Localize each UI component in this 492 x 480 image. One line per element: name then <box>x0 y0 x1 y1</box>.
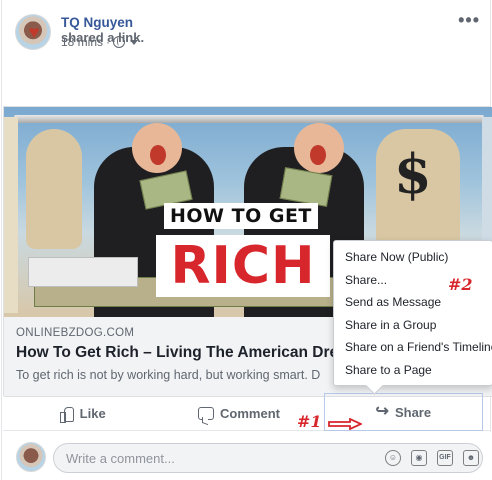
post-timestamp[interactable]: 18 mins <box>61 35 103 49</box>
share-menu-item-group[interactable]: Share in a Group <box>334 314 492 337</box>
post-card: ♥ TQ Nguyen shared a link. 18 mins · •••… <box>1 0 492 480</box>
author-avatar[interactable]: ♥ <box>15 14 51 50</box>
like-label: Like <box>79 406 106 421</box>
annotation-label-1: #1 <box>297 412 322 431</box>
meta-separator: · <box>106 35 111 49</box>
chevron-down-icon[interactable] <box>130 39 139 45</box>
comment-label: Comment <box>220 406 280 421</box>
sticker-icon[interactable]: ☻ <box>463 450 479 466</box>
camera-icon[interactable]: ◉ <box>411 450 427 466</box>
share-arrow-icon: ↪ <box>375 403 389 420</box>
image-headline-top: HOW TO GET <box>164 203 318 229</box>
share-menu-item-friends-timeline[interactable]: Share on a Friend's Timeline <box>334 336 492 359</box>
viewer-avatar <box>16 442 46 472</box>
gif-icon[interactable]: GIF <box>437 450 453 466</box>
man-left-mouth <box>150 145 166 165</box>
post-action-bar: Like Comment ↪ Share <box>3 393 491 431</box>
share-menu-item-page[interactable]: Share to a Page <box>334 359 492 382</box>
image-headline-bottom-box: RICH <box>156 235 330 297</box>
comment-attachment-icons: ☺ ◉ GIF ☻ <box>385 450 479 466</box>
image-frame-left <box>4 117 18 313</box>
money-bag-left <box>26 129 82 249</box>
share-menu-item-share-now[interactable]: Share Now (Public) <box>334 246 492 269</box>
share-menu: Share Now (Public) Share... Send as Mess… <box>333 240 492 386</box>
emoji-icon[interactable]: ☺ <box>385 450 401 466</box>
more-options-button[interactable]: ••• <box>458 10 480 31</box>
dollar-sign-graphic: $ <box>394 142 432 206</box>
post-meta: 18 mins · <box>61 35 139 49</box>
red-arrow-icon <box>328 418 362 430</box>
comment-button[interactable]: Comment <box>160 397 317 430</box>
image-headline-bottom: RICH <box>170 236 316 296</box>
comment-bubble-icon <box>198 407 215 420</box>
author-name-link[interactable]: TQ Nguyen <box>61 15 133 30</box>
share-label: Share <box>394 404 432 420</box>
thumbs-up-icon <box>58 406 74 423</box>
comment-composer: ☺ ◉ GIF ☻ <box>3 432 491 480</box>
image-rod <box>14 115 484 123</box>
globe-icon[interactable] <box>113 36 126 48</box>
laptop-graphic <box>28 257 138 287</box>
heart-icon: ♥ <box>28 22 40 42</box>
share-menu-item-send-message[interactable]: Send as Message <box>334 291 492 314</box>
like-button[interactable]: Like <box>3 397 160 430</box>
man-right-mouth <box>310 145 326 165</box>
annotation-label-2: #2 <box>448 275 473 294</box>
